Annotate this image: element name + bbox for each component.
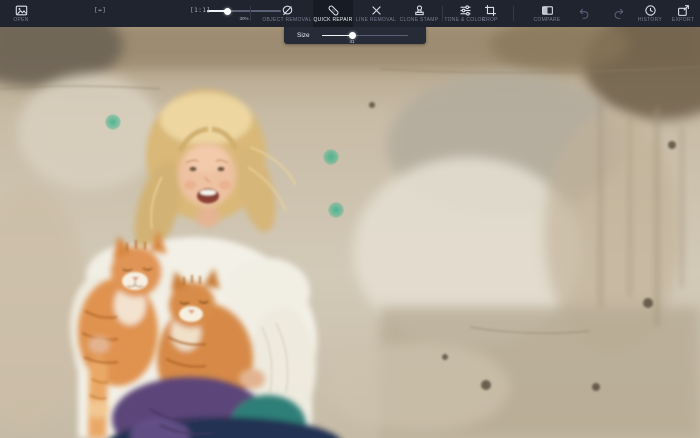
zoom-value: 30% (239, 16, 249, 21)
redo-icon (613, 7, 626, 20)
export-button[interactable]: EXPORT (666, 0, 700, 27)
zoom-actual-size-button[interactable]: [1:1] (190, 7, 211, 14)
photo-illustration (0, 27, 700, 438)
top-toolbar: OPEN [↔] 30% [1:1] OBJECT REMOVAL QUICK … (0, 0, 700, 27)
size-label: Size (297, 31, 310, 39)
export-icon (677, 4, 690, 17)
crossed-lines-icon (370, 4, 383, 17)
tool-label: CROP (482, 17, 498, 23)
brush-size-panel: Size 41 (284, 27, 426, 44)
open-label: OPEN (13, 17, 29, 23)
clock-icon (644, 4, 657, 17)
image-icon (15, 4, 28, 17)
history-button[interactable]: HISTORY (633, 0, 667, 27)
redo-button[interactable] (604, 0, 634, 27)
export-label: EXPORT (671, 17, 695, 23)
photo-canvas[interactable] (0, 27, 700, 438)
tool-label: OBJECT REMOVAL (262, 17, 312, 23)
tool-label: CLONE STAMP (399, 17, 439, 23)
tool-label: QUICK REPAIR (313, 17, 353, 23)
tool-line-removal[interactable]: LINE REMOVAL (356, 0, 396, 27)
toolbar-divider (513, 6, 514, 21)
crop-icon (484, 4, 497, 17)
tool-clone-stamp[interactable]: CLONE STAMP (399, 0, 439, 27)
tool-object-removal[interactable]: OBJECT REMOVAL (262, 0, 311, 27)
bandaid-icon (327, 4, 340, 17)
sliders-icon (459, 4, 472, 17)
size-slider-knob[interactable] (348, 32, 356, 39)
stamp-icon (413, 4, 426, 17)
open-button[interactable]: OPEN (2, 0, 40, 27)
compare-label: COMPARE (533, 17, 561, 23)
tool-crop[interactable]: CROP (473, 0, 507, 27)
tool-quick-repair[interactable]: QUICK REPAIR (313, 0, 353, 27)
compare-button[interactable]: COMPARE (525, 0, 569, 27)
toolbar-divider (250, 6, 251, 21)
compare-icon (541, 4, 554, 17)
toolbar-divider (442, 6, 443, 21)
lasso-icon (281, 4, 294, 17)
history-label: HISTORY (637, 17, 663, 23)
undo-icon (577, 7, 590, 20)
undo-button[interactable] (568, 0, 598, 27)
size-slider-fill (322, 34, 352, 37)
zoom-slider-knob[interactable] (224, 7, 231, 15)
tool-label: LINE REMOVAL (355, 17, 397, 23)
zoom-fit-button[interactable]: [↔] (94, 7, 106, 14)
size-value: 41 (349, 39, 355, 44)
